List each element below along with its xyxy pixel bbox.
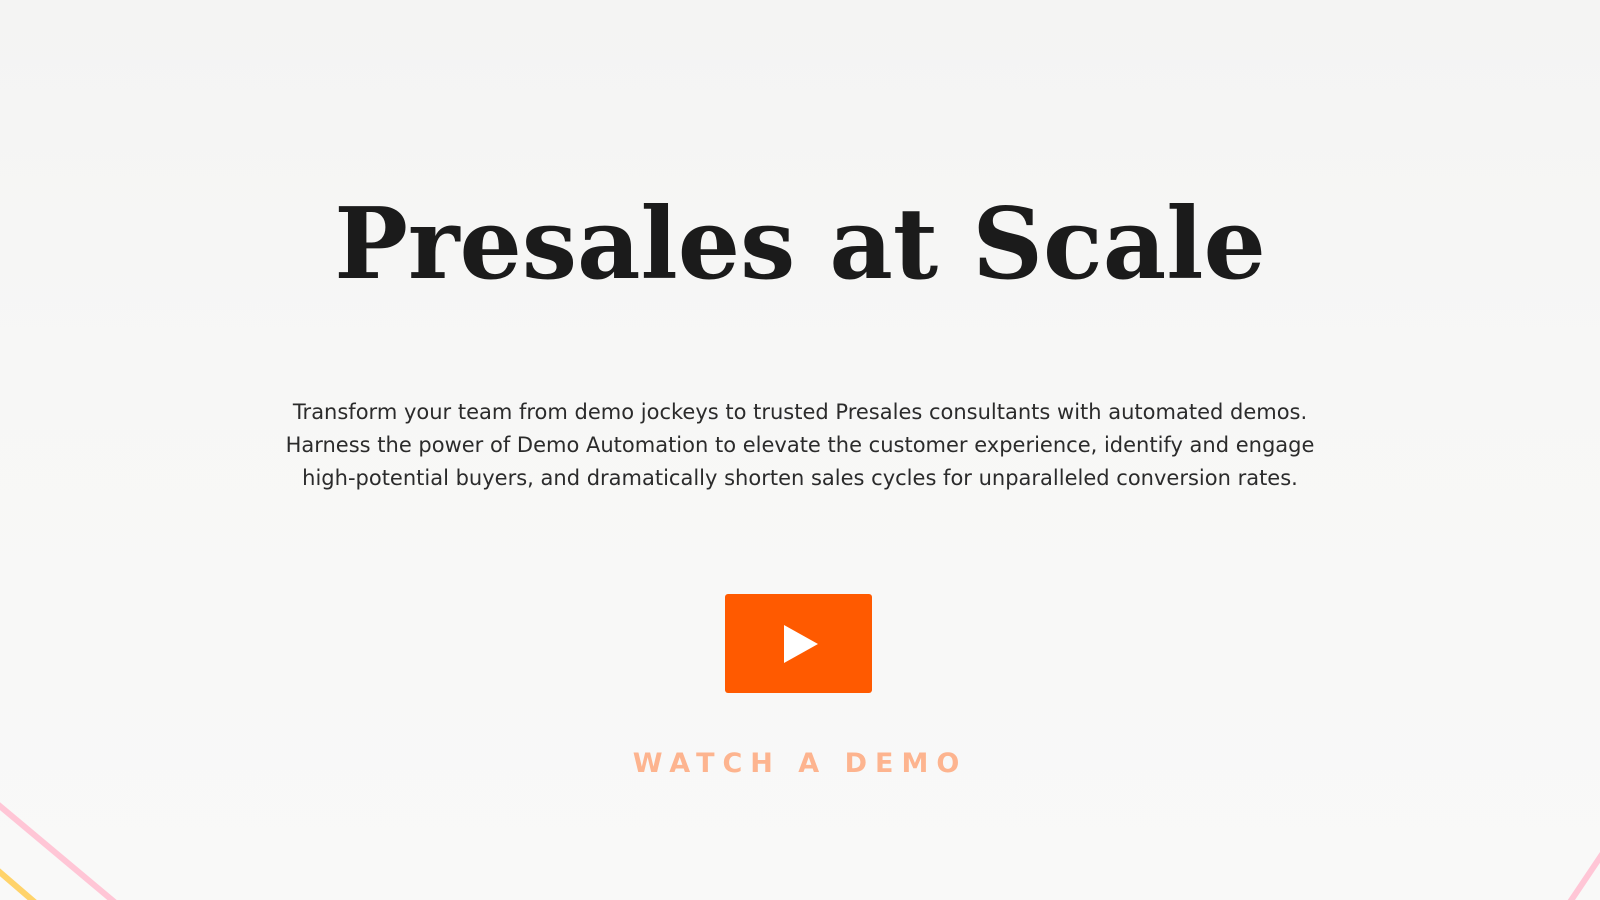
hero-description-line: high-potential buyers, and dramatically … — [302, 466, 1298, 490]
hero-section: Presales at Scale Transform your team fr… — [0, 0, 1600, 900]
deco-pink-line-right — [1567, 852, 1600, 900]
hero-description-line: Transform your team from demo jockeys to… — [292, 400, 1308, 424]
deco-yellow-line-left — [0, 868, 37, 900]
page-title: Presales at Scale — [334, 187, 1266, 302]
play-video-button[interactable] — [725, 594, 872, 693]
hero-description-line: Harness the power of Demo Automation to … — [285, 433, 1315, 457]
watch-demo-link[interactable]: WATCH A DEMO — [0, 748, 1600, 779]
deco-pink-line-left — [0, 802, 117, 900]
hero-description: Transform your team from demo jockeys to… — [210, 396, 1390, 495]
play-icon — [784, 625, 818, 663]
